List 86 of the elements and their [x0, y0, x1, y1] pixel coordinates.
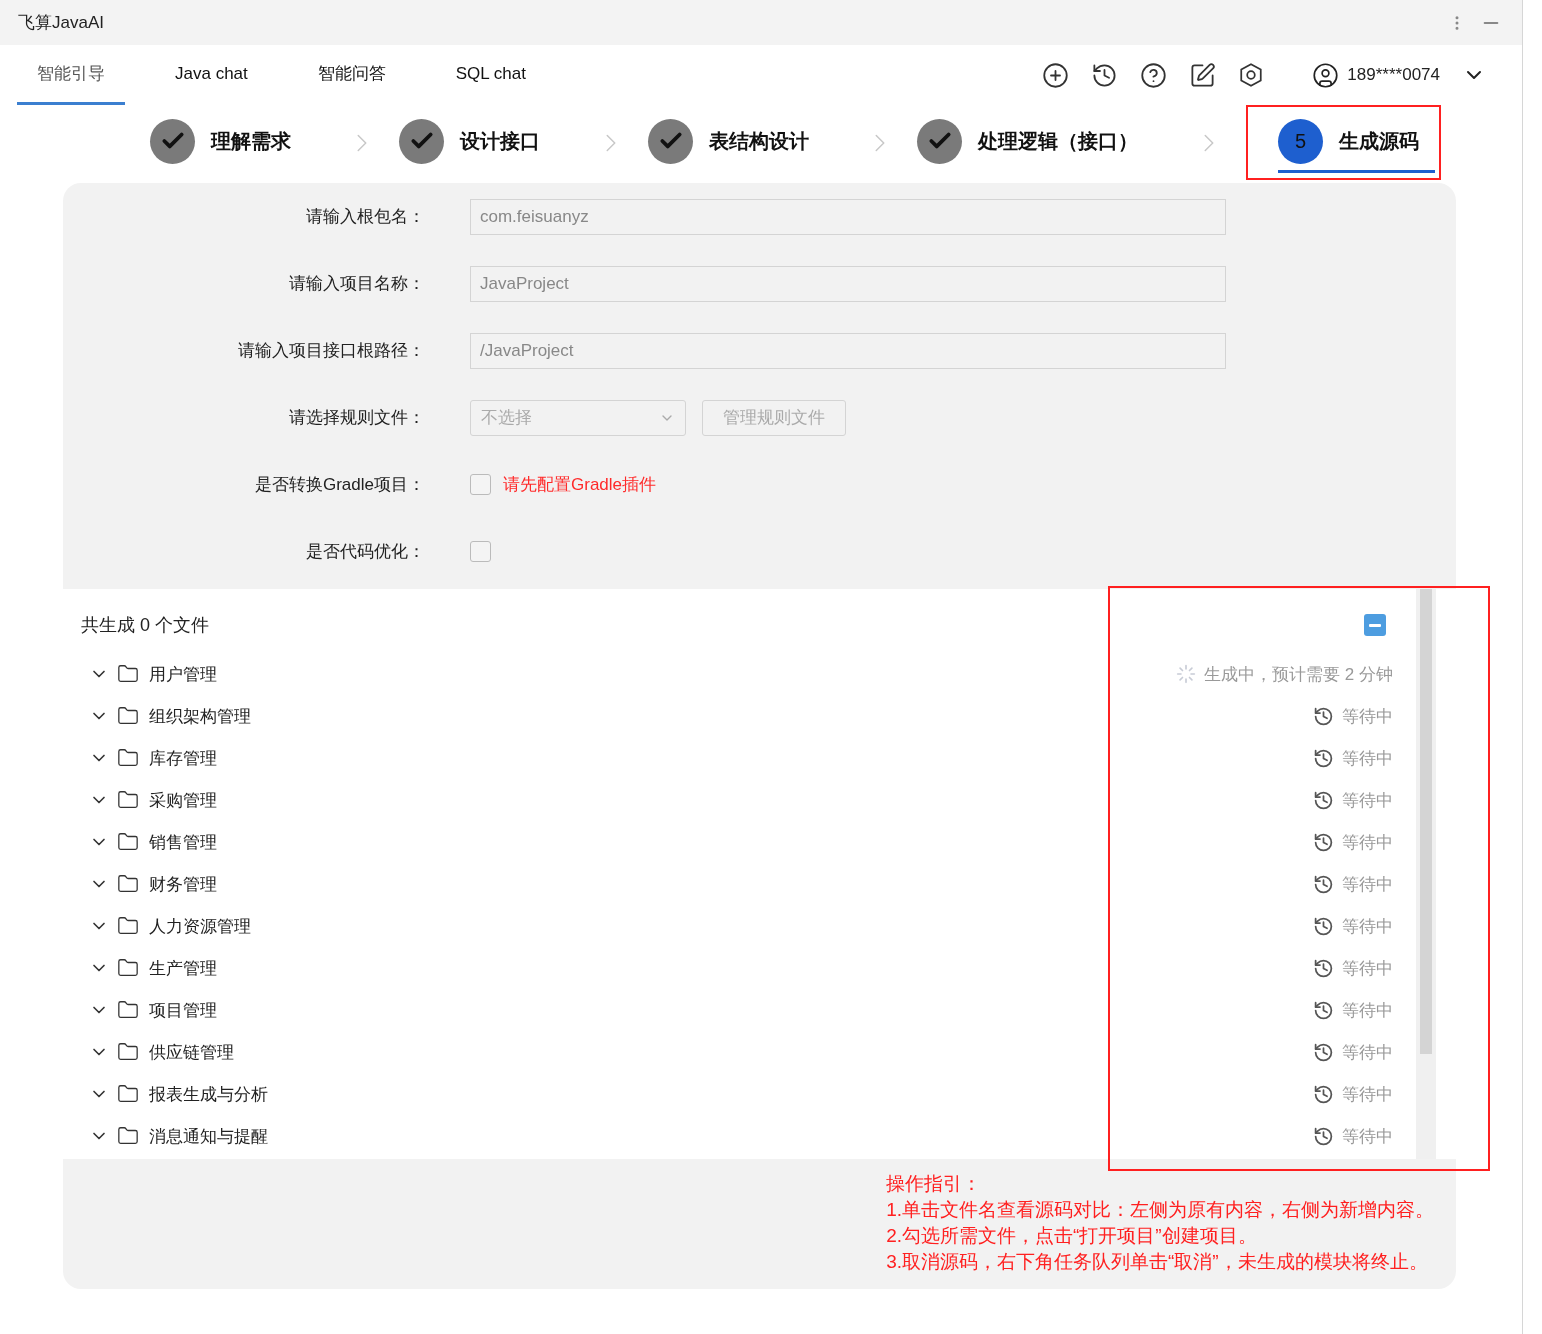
check-circle-icon [399, 118, 444, 164]
collapse-button[interactable] [1364, 614, 1386, 636]
edit-icon[interactable] [1189, 61, 1217, 89]
step[interactable]: 表结构设计 [648, 112, 825, 173]
module-name[interactable]: 组织架构管理 [149, 704, 251, 728]
history-icon [1313, 789, 1334, 811]
warning-text: 请先配置Gradle插件 [503, 474, 657, 496]
folder-icon [117, 831, 139, 853]
history-icon [1313, 1125, 1334, 1147]
module-name[interactable]: 消息通知与提醒 [149, 1124, 268, 1148]
step[interactable]: 处理逻辑（接口） [917, 112, 1154, 173]
checkbox[interactable] [470, 474, 491, 495]
guide-title: 操作指引： [886, 1172, 983, 1196]
folder-icon [117, 999, 139, 1021]
field-label: 请输入项目名称： [288, 273, 425, 295]
history-icon [1313, 957, 1334, 979]
history-icon [1313, 705, 1334, 727]
add-icon[interactable] [1042, 61, 1070, 89]
tab[interactable]: SQL chat [435, 45, 546, 105]
status-text: 等待中 [1342, 747, 1393, 770]
file-count: 共生成 0 个文件 [81, 614, 209, 637]
folder-icon [117, 1125, 139, 1147]
history-icon [1313, 999, 1334, 1021]
folder-icon [117, 915, 139, 937]
folder-icon [117, 873, 139, 895]
step[interactable]: 设计接口 [399, 112, 556, 173]
status-text: 等待中 [1342, 915, 1393, 938]
check-circle-icon [648, 118, 693, 164]
module-name[interactable]: 人力资源管理 [149, 914, 251, 938]
history-icon [1313, 831, 1334, 853]
window-title: 飞算JavaAI [18, 12, 104, 34]
module-name[interactable]: 采购管理 [149, 788, 217, 812]
module-name[interactable]: 销售管理 [149, 830, 217, 854]
field-label: 请选择规则文件： [288, 407, 425, 429]
tab[interactable]: 智能引导 [17, 45, 125, 105]
tab[interactable]: Java chat [155, 45, 268, 105]
module-name[interactable]: 供应链管理 [149, 1040, 234, 1064]
folder-icon [117, 1041, 139, 1063]
history-icon [1313, 873, 1334, 895]
module-name[interactable]: 用户管理 [149, 662, 217, 686]
folder-icon [117, 705, 139, 727]
status-text: 生成中，预计需要 2 分钟 [1204, 663, 1393, 686]
folder-icon [117, 747, 139, 769]
history-icon [1313, 915, 1334, 937]
folder-icon [117, 789, 139, 811]
module-name[interactable]: 库存管理 [149, 746, 217, 770]
guide-text: 3.取消源码，右下角任务队列单击“取消”，未生成的模块将终止。 [886, 1250, 1429, 1274]
user-name[interactable]: 189****0074 [1347, 65, 1440, 85]
field-label: 请输入根包名： [305, 206, 425, 228]
folder-icon [117, 957, 139, 979]
history-icon [1313, 747, 1334, 769]
spinner-icon [1176, 664, 1197, 684]
guide-text: 2.勾选所需文件，点击“打开项目”创建项目。 [886, 1224, 1258, 1248]
status-text: 等待中 [1342, 957, 1393, 980]
history-icon [1313, 1041, 1334, 1063]
history-icon [1313, 1083, 1334, 1105]
field-label: 请输入项目接口根路径： [237, 340, 425, 362]
step-number: 5 [1278, 118, 1323, 164]
status-text: 等待中 [1342, 999, 1393, 1022]
check-circle-icon [917, 118, 962, 164]
status-text: 等待中 [1342, 831, 1393, 854]
status-text: 等待中 [1342, 789, 1393, 812]
tab[interactable]: 智能问答 [297, 45, 406, 105]
status-text: 等待中 [1342, 705, 1393, 728]
status-text: 等待中 [1342, 873, 1393, 896]
module-name[interactable]: 生产管理 [149, 956, 217, 980]
folder-icon [117, 1083, 139, 1105]
checkbox[interactable] [470, 541, 491, 562]
help-icon[interactable] [1140, 61, 1168, 89]
field-label: 是否转换Gradle项目： [253, 474, 425, 496]
settings-icon[interactable] [1238, 62, 1265, 88]
history-icon[interactable] [1091, 61, 1119, 89]
step[interactable]: 理解需求 [150, 112, 307, 173]
status-text: 等待中 [1342, 1125, 1393, 1148]
status-text: 等待中 [1342, 1083, 1393, 1106]
module-name[interactable]: 报表生成与分析 [149, 1082, 268, 1106]
check-circle-icon [150, 118, 195, 164]
user-icon[interactable] [1312, 61, 1340, 89]
guide-text: 1.单击文件名查看源码对比：左侧为原有内容，右侧为新增内容。 [886, 1198, 1434, 1222]
folder-icon [117, 663, 139, 685]
module-name[interactable]: 项目管理 [149, 998, 217, 1022]
status-text: 等待中 [1342, 1041, 1393, 1064]
scrollbar[interactable] [1416, 589, 1436, 1159]
step[interactable]: 5 生成源码 [1278, 112, 1435, 173]
module-name[interactable]: 财务管理 [149, 872, 217, 896]
field-label: 是否代码优化： [305, 541, 425, 563]
